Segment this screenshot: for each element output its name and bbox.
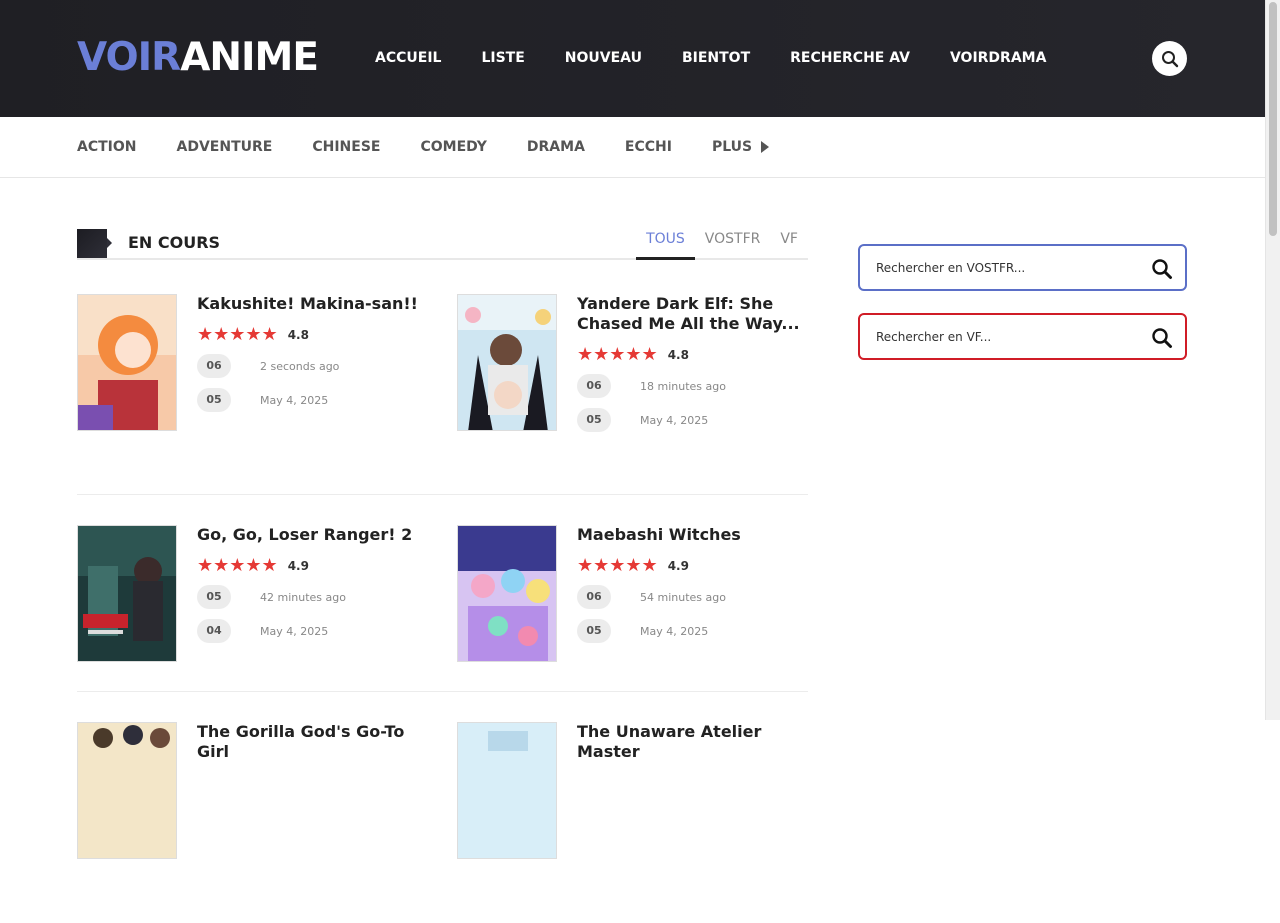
episode-time: 2 seconds ago xyxy=(260,359,340,373)
nav-bientot[interactable]: BIENTOT xyxy=(682,49,750,67)
rating-stars: ★★★★★ xyxy=(197,555,278,576)
episode-badge[interactable]: 05 xyxy=(197,388,231,412)
search-vf-input[interactable] xyxy=(876,327,1136,347)
episode-badge[interactable]: 06 xyxy=(577,585,611,609)
nav-accueil[interactable]: ACCUEIL xyxy=(375,49,441,67)
scrollbar-thumb[interactable] xyxy=(1269,2,1277,236)
anime-card[interactable]: Kakushite! Makina-san!! ★★★★★ 4.8 06 2 sec… xyxy=(77,294,427,434)
grid-row: Go, Go, Loser Ranger! 2 ★★★★★ 4.9 05 42 mi… xyxy=(77,525,808,692)
logo-part-voir: VOIR xyxy=(77,35,181,80)
grid-row: The Gorilla God's Go-To Girl The Unaware… xyxy=(77,722,808,923)
page-scrollbar[interactable] xyxy=(1265,0,1280,720)
genre-drama[interactable]: DRAMA xyxy=(527,138,585,156)
search-vostfr-input[interactable] xyxy=(876,258,1136,278)
genre-chinese[interactable]: CHINESE xyxy=(312,138,380,156)
episode-time: 54 minutes ago xyxy=(640,590,726,604)
genre-more-button[interactable]: PLUS xyxy=(711,138,770,156)
anime-title[interactable]: Maebashi Witches xyxy=(577,525,807,545)
episode-time: May 4, 2025 xyxy=(640,624,709,638)
anime-card[interactable]: The Unaware Atelier Master xyxy=(457,722,807,862)
episode-time: May 4, 2025 xyxy=(260,393,329,407)
rating-value: 4.8 xyxy=(287,328,309,342)
anime-title[interactable]: Go, Go, Loser Ranger! 2 xyxy=(197,525,427,545)
nav-recherche-av[interactable]: RECHERCHE AV xyxy=(790,49,910,67)
anime-poster[interactable] xyxy=(457,722,557,859)
episode-time: May 4, 2025 xyxy=(640,413,709,427)
episode-badge[interactable]: 05 xyxy=(577,619,611,643)
rating-stars: ★★★★★ xyxy=(577,344,658,365)
genre-action[interactable]: ACTION xyxy=(77,138,137,156)
main-nav: ACCUEIL LISTE NOUVEAU BIENTOT RECHERCHE … xyxy=(375,49,1086,67)
anime-card[interactable]: Go, Go, Loser Ranger! 2 ★★★★★ 4.9 05 42 mi… xyxy=(77,525,427,665)
episode-time: May 4, 2025 xyxy=(260,624,329,638)
grid-row: Kakushite! Makina-san!! ★★★★★ 4.8 06 2 sec… xyxy=(77,294,808,495)
tab-vf[interactable]: VF xyxy=(770,228,808,260)
rating-value: 4.8 xyxy=(667,348,689,362)
episode-badge[interactable]: 05 xyxy=(577,408,611,432)
episode-badge[interactable]: 06 xyxy=(197,354,231,378)
rating-stars: ★★★★★ xyxy=(577,555,658,576)
logo-part-anime: ANIME xyxy=(180,35,319,80)
language-tabs: TOUS VOSTFR VF xyxy=(636,228,808,260)
nav-liste[interactable]: LISTE xyxy=(481,49,524,67)
anime-poster[interactable] xyxy=(77,294,177,431)
genre-more-label: PLUS xyxy=(711,139,753,155)
rating-value: 4.9 xyxy=(287,559,309,573)
search-icon[interactable] xyxy=(1151,258,1173,280)
anime-title[interactable]: The Unaware Atelier Master xyxy=(577,722,807,762)
play-arrow-icon xyxy=(761,141,770,153)
rating-stars: ★★★★★ xyxy=(197,324,278,345)
anime-card[interactable]: The Gorilla God's Go-To Girl xyxy=(77,722,427,862)
section-header: EN COURS TOUS VOSTFR VF xyxy=(77,228,808,260)
anime-poster[interactable] xyxy=(77,722,177,859)
section-title: EN COURS xyxy=(128,233,221,252)
anime-poster[interactable] xyxy=(77,525,177,662)
anime-card[interactable]: Yandere Dark Elf: She Chased Me All the … xyxy=(457,294,807,434)
search-vostfr-box xyxy=(858,244,1187,291)
anime-title[interactable]: Yandere Dark Elf: She Chased Me All the … xyxy=(577,294,807,334)
header-search-button[interactable] xyxy=(1152,41,1187,76)
search-icon[interactable] xyxy=(1151,327,1173,349)
episode-badge[interactable]: 05 xyxy=(197,585,231,609)
section-marker-icon xyxy=(77,229,112,258)
tab-vostfr[interactable]: VOSTFR xyxy=(695,228,771,260)
genre-ecchi[interactable]: ECCHI xyxy=(625,138,672,156)
anime-title[interactable]: Kakushite! Makina-san!! xyxy=(197,294,427,314)
anime-poster[interactable] xyxy=(457,294,557,431)
episode-time: 18 minutes ago xyxy=(640,379,726,393)
episode-badge[interactable]: 04 xyxy=(197,619,231,643)
sidebar xyxy=(858,244,1187,382)
anime-poster[interactable] xyxy=(457,525,557,662)
search-icon xyxy=(1161,50,1178,67)
rating-value: 4.9 xyxy=(667,559,689,573)
site-header: VOIRANIME ACCUEIL LISTE NOUVEAU BIENTOT … xyxy=(0,0,1265,117)
episode-badge[interactable]: 06 xyxy=(577,374,611,398)
episode-time: 42 minutes ago xyxy=(260,590,346,604)
anime-title[interactable]: The Gorilla God's Go-To Girl xyxy=(197,722,427,762)
genre-adventure[interactable]: ADVENTURE xyxy=(177,138,273,156)
site-logo[interactable]: VOIRANIME xyxy=(77,35,319,80)
nav-voirdrama[interactable]: VOIRDRAMA xyxy=(950,49,1046,67)
tab-tous[interactable]: TOUS xyxy=(636,228,695,260)
anime-card[interactable]: Maebashi Witches ★★★★★ 4.9 06 54 minutes a… xyxy=(457,525,807,665)
nav-nouveau[interactable]: NOUVEAU xyxy=(565,49,642,67)
genre-comedy[interactable]: COMEDY xyxy=(420,138,486,156)
anime-grid: Kakushite! Makina-san!! ★★★★★ 4.8 06 2 sec… xyxy=(77,294,808,923)
search-vf-box xyxy=(858,313,1187,360)
genre-bar: ACTION ADVENTURE CHINESE COMEDY DRAMA EC… xyxy=(0,117,1265,178)
